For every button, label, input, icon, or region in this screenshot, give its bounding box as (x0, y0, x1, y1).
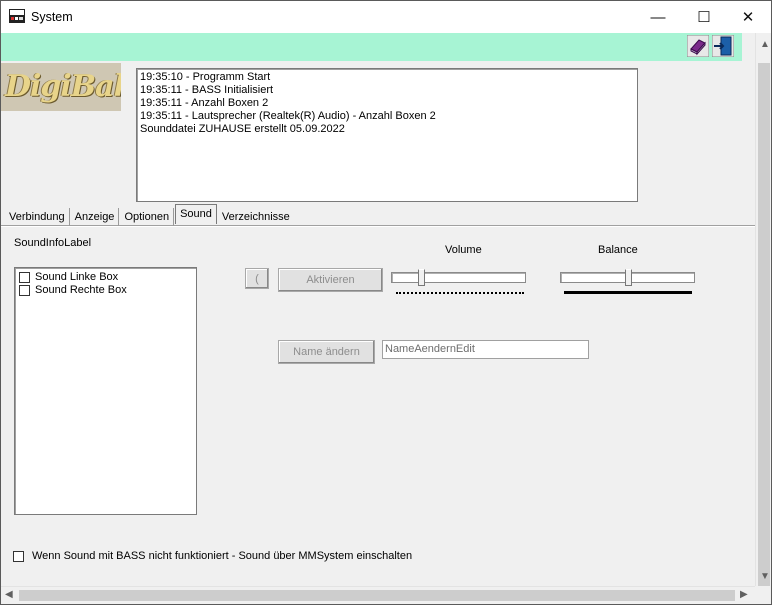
maximize-button[interactable]: ☐ (681, 1, 727, 33)
rename-input[interactable]: NameAendernEdit (382, 340, 589, 359)
log-line: 19:35:10 - Programm Start (140, 71, 271, 83)
tab-verzeichnisse[interactable]: Verzeichnisse (218, 208, 294, 226)
log-line: 19:35:11 - BASS Initialisiert (140, 84, 274, 96)
exit-door-icon[interactable] (712, 35, 734, 57)
mmsystem-checkbox-label: Wenn Sound mit BASS nicht funktioniert -… (32, 550, 413, 562)
close-button[interactable]: ✕ (725, 1, 771, 33)
balance-tick-marks (564, 291, 692, 294)
balance-slider-thumb[interactable] (625, 269, 632, 286)
scroll-up-icon[interactable]: ▲ (760, 39, 770, 50)
list-item-label: Sound Rechte Box (35, 284, 127, 296)
volume-tick-marks (396, 290, 524, 294)
log-line: 19:35:11 - Anzahl Boxen 2 (140, 97, 269, 109)
title-bar[interactable]: System — ☐ ✕ (1, 1, 771, 33)
digibahn-app-icon (9, 9, 25, 23)
small-button-label: ( (255, 272, 259, 285)
rename-button[interactable]: Name ändern (278, 340, 375, 364)
volume-label: Volume (445, 244, 482, 256)
small-sound-button[interactable]: ( (245, 268, 269, 289)
maximize-icon: ☐ (697, 9, 711, 26)
vertical-scroll-thumb[interactable] (758, 63, 770, 599)
tab-sound[interactable]: Sound (175, 204, 217, 224)
volume-slider-track[interactable] (391, 272, 526, 283)
log-line: 19:35:11 - Lautsprecher (Realtek(R) Audi… (140, 110, 436, 122)
scroll-corner (755, 586, 771, 603)
scroll-right-icon[interactable]: ▶ (740, 589, 748, 600)
system-window: System — ☐ ✕ DigiBahn 19:35:10 - Program… (0, 0, 772, 605)
checkbox[interactable] (19, 271, 30, 283)
balance-label: Balance (598, 244, 638, 256)
minimize-button[interactable]: — (635, 1, 681, 33)
tab-verbindung[interactable]: Verbindung (5, 208, 70, 226)
toolbar (1, 33, 742, 61)
checkbox[interactable] (19, 284, 30, 296)
vertical-scrollbar[interactable]: ▲ ▼ (755, 33, 771, 599)
log-line: Sounddatei ZUHAUSE erstellt 05.09.2022 (140, 123, 345, 135)
scroll-down-icon[interactable]: ▼ (760, 571, 770, 582)
scroll-left-icon[interactable]: ◀ (5, 589, 13, 600)
mmsystem-checkbox[interactable] (13, 550, 24, 562)
activate-button-label: Aktivieren (306, 274, 355, 286)
minimize-icon: — (650, 8, 666, 26)
close-icon: ✕ (741, 9, 755, 26)
volume-slider-thumb[interactable] (418, 269, 426, 286)
sound-box-list[interactable]: Sound Linke Box Sound Rechte Box (14, 267, 197, 515)
tab-anzeige[interactable]: Anzeige (71, 208, 120, 226)
tab-bar: Verbindung Anzeige Optionen Sound Verzei… (5, 204, 295, 226)
log-memo[interactable]: 19:35:10 - Programm Start 19:35:11 - BAS… (136, 68, 638, 202)
window-title: System (31, 10, 73, 24)
rename-button-label: Name ändern (293, 346, 360, 358)
list-item[interactable]: Sound Rechte Box (19, 284, 127, 296)
logo-text: DigiBahn (5, 69, 121, 104)
digibahn-logo: DigiBahn (1, 63, 121, 111)
list-item-label: Sound Linke Box (35, 271, 119, 283)
horizontal-scrollbar[interactable]: ◀ ▶ (1, 586, 755, 604)
horizontal-scroll-thumb[interactable] (19, 590, 735, 601)
mmsystem-checkbox-row[interactable]: Wenn Sound mit BASS nicht funktioniert -… (13, 550, 412, 562)
list-item[interactable]: Sound Linke Box (19, 271, 118, 283)
sound-info-label: SoundInfoLabel (14, 237, 92, 249)
activate-button[interactable]: Aktivieren (278, 268, 383, 292)
help-book-icon[interactable] (687, 35, 709, 57)
tab-optionen[interactable]: Optionen (120, 208, 175, 226)
